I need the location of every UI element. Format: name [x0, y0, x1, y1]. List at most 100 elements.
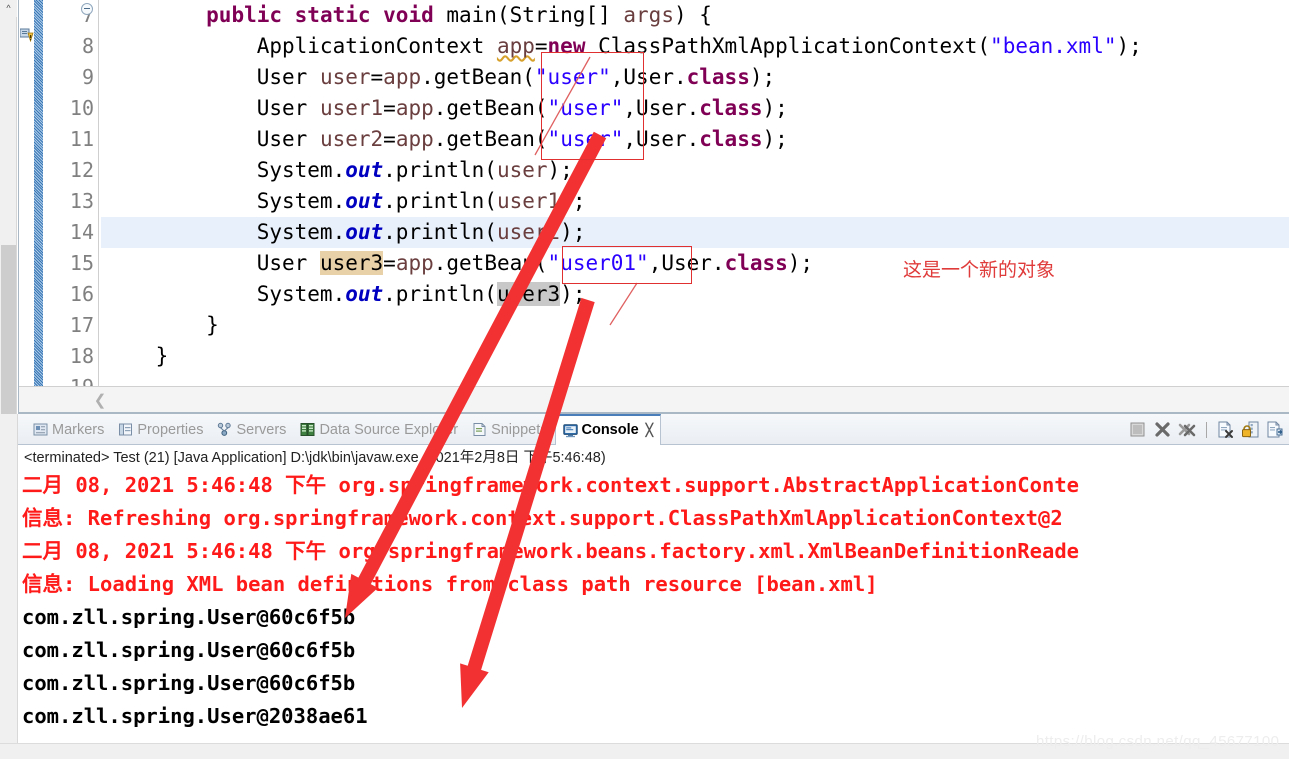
line-number: 14 — [69, 220, 94, 244]
code-token: User — [105, 127, 320, 151]
close-icon[interactable]: ╳ — [646, 423, 653, 437]
console-process-label: <terminated> Test (21) [Java Application… — [24, 450, 606, 466]
clear-console-button[interactable] — [1216, 420, 1235, 439]
scrollbar-thumb[interactable] — [1, 245, 16, 414]
code-token: .println( — [383, 282, 497, 306]
code-line[interactable]: System.out.println(user); — [101, 155, 1289, 186]
code-token: ClassPathXmlApplicationContext( — [598, 34, 991, 58]
tab-snippets[interactable]: Snippets — [465, 414, 554, 445]
panel-left-rail — [0, 414, 18, 759]
line-number: 18 — [69, 344, 94, 368]
fold-collapse-icon[interactable] — [81, 3, 93, 15]
editor-horizontal-scrollbar[interactable]: ❮ — [19, 386, 1289, 414]
code-token: ); — [762, 96, 788, 120]
code-line[interactable]: System.out.println(user1); — [101, 186, 1289, 217]
code-token: user2 — [496, 220, 561, 244]
double-x-icon — [1178, 423, 1197, 443]
line-number: 10 — [69, 96, 94, 120]
markers-icon — [33, 422, 48, 437]
tab-data-source-explorer[interactable]: Data Source Explorer — [293, 414, 465, 445]
code-token: .getBean( — [433, 96, 548, 120]
warning-icon[interactable] — [19, 27, 34, 43]
scroll-lock-button[interactable] — [1241, 420, 1260, 439]
code-token: User — [105, 65, 320, 89]
code-token: out — [345, 189, 384, 213]
code-token: = — [370, 65, 384, 89]
code-token: ); — [560, 282, 586, 306]
code-token: ); — [560, 220, 586, 244]
code-line[interactable]: User user=app.getBean("user",User.class)… — [101, 62, 1289, 93]
line-number: 15 — [69, 251, 94, 275]
code-token: "user" — [534, 65, 611, 89]
code-line[interactable]: } — [101, 341, 1289, 372]
stop-button[interactable] — [1128, 420, 1147, 439]
tab-label: Servers — [236, 421, 287, 438]
code-token: ,User. — [648, 251, 725, 275]
line-number: 12 — [69, 158, 94, 182]
console-output[interactable]: 二月 08, 2021 5:46:48 下午 org.springframewo… — [22, 469, 1279, 751]
console-output-line: com.zll.spring.User@2038ae61 — [22, 704, 368, 728]
code-token: ,User. — [623, 96, 700, 120]
tab-label: Properties — [137, 421, 204, 438]
console-toolbar — [1128, 414, 1285, 445]
code-token: } — [105, 344, 169, 368]
window-vertical-scrollbar[interactable]: ^ — [0, 0, 17, 414]
line-number-ruler: 78910111213141516171819 — [43, 0, 99, 399]
clear-page-icon — [1216, 421, 1235, 443]
code-line[interactable] — [101, 372, 1289, 386]
code-token: ,User. — [610, 65, 687, 89]
tab-console[interactable]: Console ╳ — [554, 413, 661, 445]
code-line[interactable]: User user3=app.getBean("user01",User.cla… — [101, 248, 1289, 279]
datasource-icon — [300, 422, 315, 437]
tab-label: Markers — [52, 421, 105, 438]
line-number: 9 — [81, 65, 94, 89]
code-token: user1 — [496, 189, 561, 213]
servers-icon — [217, 422, 232, 437]
code-token: ApplicationContext — [105, 34, 497, 58]
code-line[interactable]: System.out.println(user2); — [101, 217, 1289, 248]
code-token: ); — [749, 65, 776, 89]
line-number: 11 — [69, 127, 94, 151]
code-token: "user" — [547, 127, 624, 151]
change-ruler — [34, 0, 43, 386]
code-token: user — [496, 158, 548, 182]
console-output-line: com.zll.spring.User@60c6f5b — [22, 671, 356, 695]
code-token: main(String[] — [446, 3, 624, 27]
code-token: ); — [787, 251, 814, 275]
code-token: user1 — [319, 96, 384, 120]
console-icon — [562, 423, 578, 438]
scroll-up-arrow-icon[interactable]: ^ — [0, 0, 17, 17]
scroll-left-arrow-icon[interactable]: ❮ — [89, 387, 111, 414]
stop-square-icon — [1128, 422, 1147, 443]
code-line[interactable]: } — [101, 310, 1289, 341]
code-line[interactable]: User user2=app.getBean("user",User.class… — [101, 124, 1289, 155]
code-line[interactable]: User user1=app.getBean("user",User.class… — [101, 93, 1289, 124]
tab-markers[interactable]: Markers — [26, 414, 111, 445]
code-token: ); — [547, 158, 573, 182]
remove-all-terminated-button[interactable] — [1178, 420, 1197, 439]
pin-console-button[interactable] — [1266, 420, 1285, 439]
pin-page-icon — [1266, 421, 1285, 443]
code-token: user3 — [319, 251, 384, 275]
code-token: = — [383, 251, 396, 275]
console-output-line: 信息: Refreshing org.springframework.conte… — [22, 506, 1063, 530]
code-line[interactable]: System.out.println(user3); — [101, 279, 1289, 310]
line-number: 8 — [81, 34, 94, 58]
code-token: User — [105, 251, 320, 275]
code-line[interactable]: ApplicationContext app=new ClassPathXmlA… — [101, 31, 1289, 62]
terminate-button[interactable] — [1153, 420, 1172, 439]
code-editor-area: ^ 78910111213141516171819 — [0, 0, 1289, 414]
console-panel: Markers Properties Servers Data Source E… — [0, 413, 1289, 759]
tab-servers[interactable]: Servers — [210, 414, 293, 445]
code-line[interactable]: public static void main(String[] args) { — [101, 0, 1289, 31]
code-token: .println( — [383, 220, 497, 244]
console-output-line: 二月 08, 2021 5:46:48 下午 org.springframewo… — [22, 473, 1080, 497]
annotation-ruler[interactable] — [19, 0, 34, 386]
line-number: 17 — [69, 313, 94, 337]
code-token: System. — [105, 158, 346, 182]
code-text-area[interactable]: public static void main(String[] args) {… — [101, 0, 1289, 386]
tab-properties[interactable]: Properties — [111, 414, 210, 445]
code-token: class — [699, 127, 763, 151]
panel-bottom-rail — [0, 743, 1289, 759]
